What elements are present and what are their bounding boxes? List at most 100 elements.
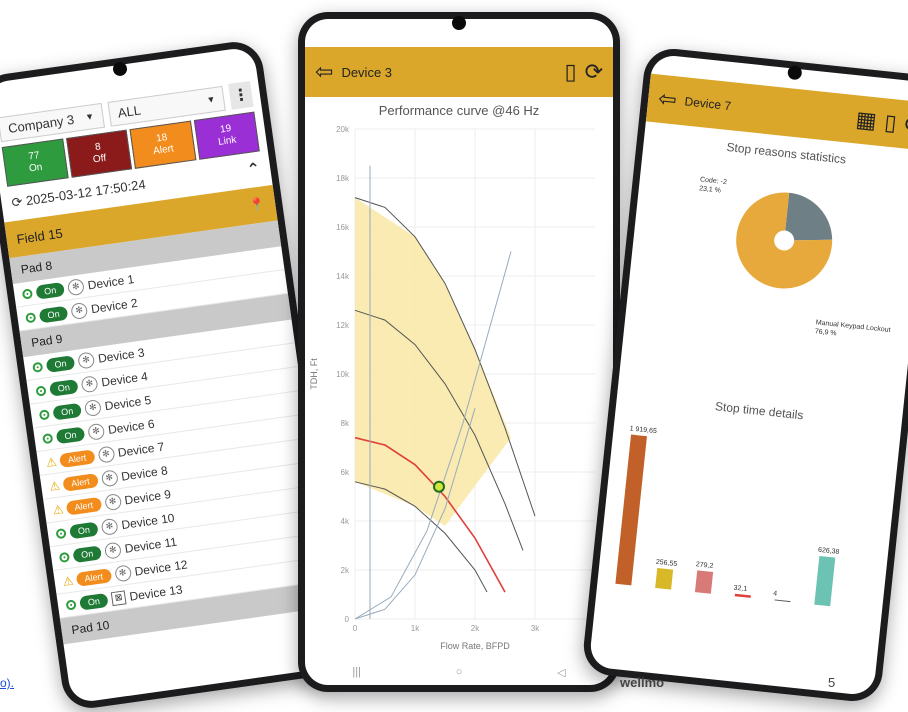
status-on-tile[interactable]: 77 On bbox=[1, 138, 69, 187]
status-off-tile[interactable]: 8 Off bbox=[65, 129, 133, 178]
device-state-badge: On bbox=[45, 354, 76, 373]
exit-icon[interactable]: ⇦ bbox=[657, 86, 678, 113]
device-name: Device 4 bbox=[100, 368, 149, 390]
device-state-badge: On bbox=[72, 544, 102, 563]
device-title: Device 3 bbox=[341, 64, 393, 80]
clipboard-icon[interactable]: ▯ bbox=[564, 61, 576, 83]
refresh-icon[interactable]: ⟳ bbox=[903, 111, 908, 138]
fan-icon: ✻ bbox=[96, 445, 116, 464]
more-icon: ⋮ bbox=[231, 86, 251, 106]
status-dot-icon bbox=[35, 384, 47, 397]
fan-icon: ✻ bbox=[100, 517, 119, 536]
brand-text: wellmo bbox=[620, 675, 665, 690]
center-phone: ⇦ Device 3 ▯ ⟳ Performance curve @46 Hz … bbox=[298, 12, 620, 692]
reference-link[interactable]: o). bbox=[0, 676, 14, 690]
device-state-badge: Alert bbox=[65, 496, 102, 516]
operating-envelope bbox=[355, 197, 511, 526]
device-name: Device 12 bbox=[133, 556, 189, 579]
warning-icon: ⚠ bbox=[61, 572, 75, 589]
fan-icon: ✻ bbox=[103, 492, 122, 511]
status-dot-icon bbox=[42, 432, 54, 444]
device-name: Device 1 bbox=[86, 271, 135, 292]
stop-reasons-pie: Code: -223,1 %Manual Keypad Lockout76,9 … bbox=[699, 176, 891, 337]
y-tick-label: 2k bbox=[341, 566, 350, 575]
device-title: Device 7 bbox=[683, 94, 732, 114]
field-name: Field 15 bbox=[15, 225, 64, 247]
y-tick-label: 14k bbox=[336, 272, 350, 281]
performance-chart: 0 2k 4k 6k 8k 10k 12k 14k 16k 18k 20k 0 1k 2k 3k Flow R… bbox=[309, 125, 595, 651]
bar bbox=[814, 555, 836, 607]
more-menu-button[interactable]: ⋮ bbox=[228, 80, 254, 110]
bar bbox=[734, 593, 751, 598]
filter-select-value: ALL bbox=[116, 102, 142, 121]
y-tick-label: 10k bbox=[336, 370, 350, 379]
fan-icon: ✻ bbox=[87, 422, 106, 441]
bar bbox=[655, 567, 674, 590]
bar bbox=[615, 434, 647, 586]
fan-icon: ✻ bbox=[83, 398, 102, 417]
chevron-down-icon: ▼ bbox=[84, 111, 95, 123]
calendar-icon[interactable]: ▦ bbox=[855, 106, 878, 133]
y-tick-label: 18k bbox=[336, 174, 350, 183]
pad-list: Pad 8 On ✻ Device 1 On ✻ Device 2 Pad 9 On ✻ Devic… bbox=[9, 220, 332, 645]
pie-label: Code: -2 bbox=[700, 176, 728, 186]
left-phone: Company 3 ▼ ALL ▼ ⋮ 77 On 8 Off 18 Alert bbox=[0, 38, 349, 712]
x-axis-label: Flow Rate, BFPD bbox=[440, 641, 510, 651]
device-name: Device 11 bbox=[123, 534, 178, 556]
pie-value-label: 76,9 % bbox=[814, 328, 836, 337]
fan-icon: ✻ bbox=[70, 301, 89, 320]
page-number: 5 bbox=[828, 675, 836, 690]
app-header: ⇦ Device 3 ▯ ⟳ bbox=[305, 47, 613, 97]
y-tick-label: 6k bbox=[341, 468, 350, 477]
device-name: Device 3 bbox=[97, 344, 146, 366]
system-nav: ||| ○ ◁ bbox=[305, 666, 613, 679]
device-state-badge: On bbox=[38, 305, 69, 323]
x-tick-label: 3k bbox=[531, 624, 540, 633]
status-dot-icon bbox=[55, 527, 67, 539]
device-state-badge: Alert bbox=[62, 472, 99, 492]
bar-data-label: 626,38 bbox=[818, 547, 840, 556]
device-name: Device 8 bbox=[120, 462, 169, 484]
device-name: Device 13 bbox=[128, 581, 184, 604]
collapse-icon[interactable]: ⌃ bbox=[246, 158, 262, 180]
y-tick-label: 12k bbox=[336, 321, 350, 330]
back-nav-icon[interactable]: ◁ bbox=[557, 666, 565, 679]
device-state-badge: On bbox=[35, 281, 65, 300]
fan-icon: ✻ bbox=[103, 541, 122, 560]
device-name: Device 5 bbox=[103, 392, 152, 413]
bar-data-label: 279,2 bbox=[695, 561, 713, 570]
device-state-badge: On bbox=[68, 521, 99, 539]
status-dot-icon bbox=[21, 287, 33, 300]
home-nav-icon[interactable]: ○ bbox=[456, 666, 463, 679]
status-dot-icon bbox=[38, 408, 50, 420]
refresh-icon[interactable]: ⟳ bbox=[585, 61, 603, 83]
pump-off-icon: ⊠ bbox=[110, 589, 127, 606]
map-pin-icon[interactable]: 📍 bbox=[248, 196, 266, 214]
y-tick-label: 4k bbox=[341, 517, 350, 526]
left-phone-screen: Company 3 ▼ ALL ▼ ⋮ 77 On 8 Off 18 Alert bbox=[0, 46, 341, 704]
device-name: Device 10 bbox=[120, 510, 176, 532]
y-tick-label: 16k bbox=[336, 223, 350, 232]
fan-icon: ✻ bbox=[80, 374, 99, 393]
stop-time-bar-chart: 1 919,65 256,55 279,2 32,1 4 626,38 bbox=[615, 425, 840, 607]
status-link-tile[interactable]: 19 Link bbox=[193, 111, 260, 160]
status-alert-tile[interactable]: 18 Alert bbox=[129, 120, 196, 169]
y-tick-label: 0 bbox=[345, 615, 350, 624]
device-name: Device 7 bbox=[116, 439, 166, 460]
device-state-badge: On bbox=[55, 426, 86, 444]
device-state-badge: On bbox=[52, 402, 82, 421]
status-dot-icon bbox=[58, 551, 71, 563]
x-tick-label: 2k bbox=[471, 624, 480, 633]
exit-icon[interactable]: ⇦ bbox=[315, 61, 333, 83]
warning-icon: ⚠ bbox=[45, 454, 58, 470]
company-select-value: Company 3 bbox=[7, 111, 76, 136]
status-dot-icon bbox=[31, 361, 44, 373]
warning-icon: ⚠ bbox=[48, 477, 62, 494]
menu-nav-icon[interactable]: ||| bbox=[352, 666, 361, 679]
chart-title: Performance curve @46 Hz bbox=[378, 103, 540, 118]
bar-data-label: 4 bbox=[773, 590, 778, 597]
fan-icon: ✻ bbox=[77, 350, 96, 370]
fan-icon: ✻ bbox=[66, 277, 85, 296]
clipboard-icon[interactable]: ▯ bbox=[883, 109, 898, 135]
status-dot-icon bbox=[25, 311, 37, 323]
